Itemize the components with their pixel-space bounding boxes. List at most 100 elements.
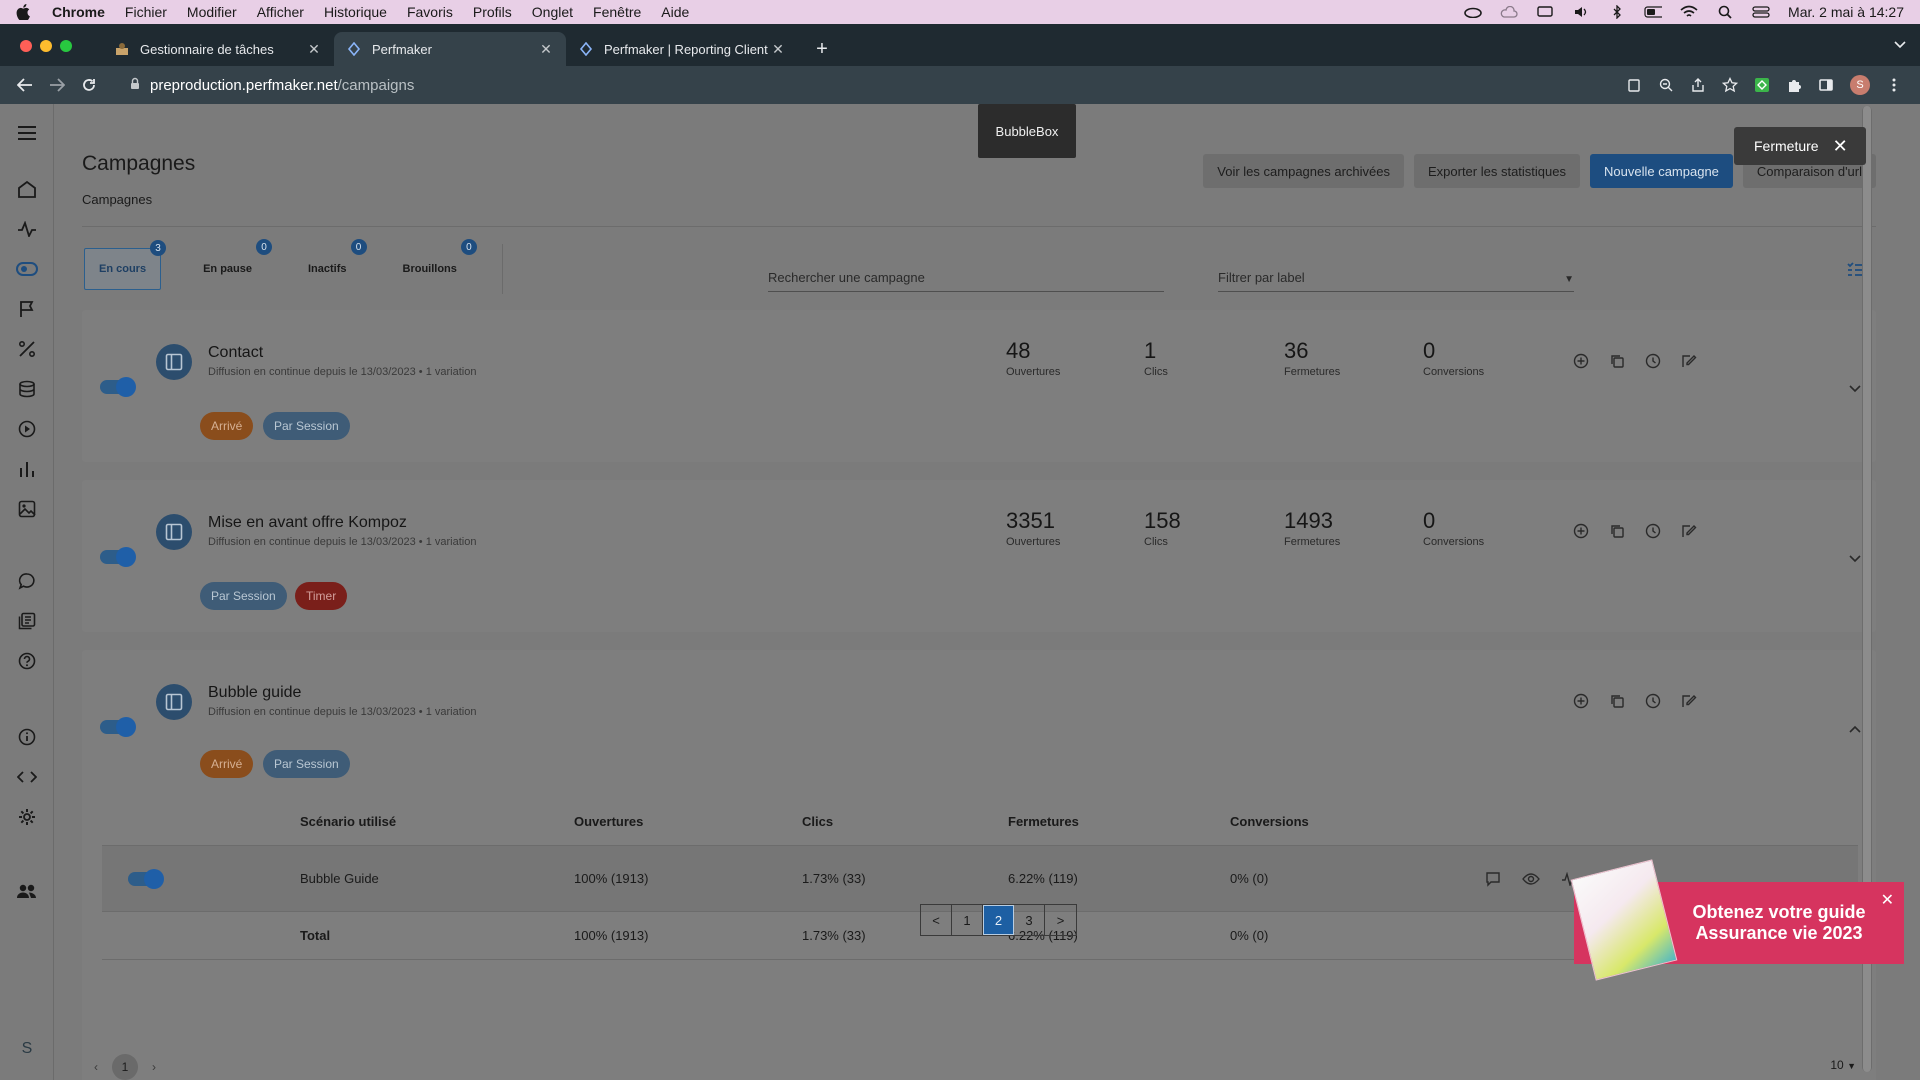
- chevron-right-icon[interactable]: ›: [152, 1060, 156, 1074]
- close-tab-icon[interactable]: ✕: [538, 41, 554, 58]
- chat-bubble-icon[interactable]: [16, 570, 38, 592]
- users-icon[interactable]: [16, 880, 38, 902]
- campaign-name[interactable]: Contact: [208, 344, 263, 362]
- history-clock-icon[interactable]: [1644, 692, 1662, 710]
- pagination-next[interactable]: >: [1045, 905, 1076, 935]
- extensions-puzzle-icon[interactable]: [1786, 77, 1802, 93]
- add-variation-icon[interactable]: [1572, 522, 1590, 540]
- menu-fichier[interactable]: Fichier: [125, 4, 167, 20]
- new-campaign-button[interactable]: Nouvelle campagne: [1590, 154, 1733, 188]
- pagination-page-current[interactable]: 2: [983, 905, 1014, 935]
- maximize-window-button[interactable]: [60, 40, 72, 52]
- campaign-active-toggle[interactable]: [100, 547, 136, 567]
- flag-icon[interactable]: [16, 298, 38, 320]
- chrome-menu-icon[interactable]: [1886, 77, 1902, 93]
- edit-icon[interactable]: [1680, 522, 1698, 540]
- new-tab-button[interactable]: +: [808, 35, 836, 63]
- menu-aide[interactable]: Aide: [661, 4, 689, 20]
- duplicate-icon[interactable]: [1608, 522, 1626, 540]
- chevron-left-icon[interactable]: ‹: [94, 1060, 98, 1074]
- activity-pulse-icon[interactable]: [16, 218, 38, 240]
- toggle-campaigns-icon[interactable]: [16, 258, 38, 280]
- pagination-prev[interactable]: <: [921, 905, 952, 935]
- minimize-window-button[interactable]: [40, 40, 52, 52]
- creative-cloud-icon[interactable]: [1464, 5, 1482, 19]
- info-icon[interactable]: [16, 726, 38, 748]
- comment-icon[interactable]: [1484, 870, 1502, 888]
- hamburger-menu-icon[interactable]: [16, 122, 38, 144]
- campaign-active-toggle[interactable]: [100, 377, 136, 397]
- bar-chart-icon[interactable]: [16, 458, 38, 480]
- campaign-name[interactable]: Mise en avant offre Kompoz: [208, 514, 407, 532]
- lock-icon[interactable]: [130, 77, 140, 94]
- battery-icon[interactable]: [1644, 5, 1663, 19]
- library-icon[interactable]: [16, 610, 38, 632]
- home-icon[interactable]: [16, 178, 38, 200]
- campaign-name[interactable]: Bubble guide: [208, 684, 301, 702]
- code-icon[interactable]: [16, 766, 38, 788]
- cloud-icon[interactable]: [1500, 5, 1518, 19]
- menu-profils[interactable]: Profils: [473, 4, 512, 20]
- search-campaign-input[interactable]: Rechercher une campagne: [768, 262, 1164, 292]
- read-later-icon[interactable]: [1626, 77, 1642, 93]
- edit-icon[interactable]: [1680, 692, 1698, 710]
- control-center-icon[interactable]: [1752, 5, 1770, 19]
- promo-text[interactable]: Obtenez votre guide Assurance vie 2023: [1674, 902, 1884, 944]
- bluetooth-icon[interactable]: [1608, 5, 1626, 19]
- close-window-button[interactable]: [20, 40, 32, 52]
- database-icon[interactable]: [16, 378, 38, 400]
- spotlight-search-icon[interactable]: [1716, 5, 1734, 19]
- extension-green-icon[interactable]: [1754, 77, 1770, 93]
- menu-fenetre[interactable]: Fenêtre: [593, 4, 641, 20]
- close-icon[interactable]: ✕: [1881, 890, 1894, 910]
- current-page[interactable]: 1: [112, 1054, 138, 1080]
- play-circle-icon[interactable]: [16, 418, 38, 440]
- duplicate-icon[interactable]: [1608, 352, 1626, 370]
- side-panel-icon[interactable]: [1818, 77, 1834, 93]
- address-bar[interactable]: preproduction.perfmaker.net/campaigns: [120, 70, 1626, 100]
- menu-clock[interactable]: Mar. 2 mai à 14:27: [1788, 4, 1904, 20]
- duplicate-icon[interactable]: [1608, 692, 1626, 710]
- menu-afficher[interactable]: Afficher: [257, 4, 304, 20]
- history-clock-icon[interactable]: [1644, 352, 1662, 370]
- bubblebox-promo-preview[interactable]: Obtenez votre guide Assurance vie 2023 ✕: [1570, 859, 1904, 981]
- tab-search-icon[interactable]: [1894, 36, 1906, 54]
- tab-en-cours[interactable]: En cours 3: [84, 240, 167, 290]
- close-tab-icon[interactable]: ✕: [306, 41, 322, 58]
- add-variation-icon[interactable]: [1572, 352, 1590, 370]
- browser-tab-reporting[interactable]: Perfmaker | Reporting Client | S ✕: [566, 32, 798, 66]
- browser-tab-perfmaker[interactable]: Perfmaker ✕: [334, 32, 566, 66]
- browser-tab-task-manager[interactable]: Gestionnaire de tâches ✕: [102, 32, 334, 66]
- tab-brouillons[interactable]: Brouillons 0: [389, 239, 477, 290]
- breadcrumb[interactable]: Campagnes: [82, 192, 152, 207]
- campaign-active-toggle[interactable]: [100, 717, 136, 737]
- menu-onglet[interactable]: Onglet: [532, 4, 573, 20]
- tab-inactifs[interactable]: Inactifs 0: [294, 239, 367, 290]
- view-archived-button[interactable]: Voir les campagnes archivées: [1203, 154, 1404, 188]
- history-clock-icon[interactable]: [1644, 522, 1662, 540]
- wifi-icon[interactable]: [1680, 5, 1698, 19]
- forward-icon[interactable]: [46, 78, 68, 92]
- export-stats-button[interactable]: Exporter les statistiques: [1413, 154, 1580, 188]
- screen-mirroring-icon[interactable]: [1536, 5, 1554, 19]
- sidebar-user-avatar[interactable]: S: [14, 1036, 40, 1062]
- pagination-page[interactable]: 1: [952, 905, 983, 935]
- menu-historique[interactable]: Historique: [324, 4, 387, 20]
- apple-icon[interactable]: [16, 4, 30, 20]
- close-tab-icon[interactable]: ✕: [770, 41, 786, 58]
- menu-app-name[interactable]: Chrome: [52, 4, 105, 20]
- percent-icon[interactable]: [16, 338, 38, 360]
- back-icon[interactable]: [14, 78, 36, 92]
- help-icon[interactable]: [16, 650, 38, 672]
- tab-en-pause[interactable]: En pause 0: [189, 239, 272, 290]
- image-icon[interactable]: [16, 498, 38, 520]
- edit-icon[interactable]: [1680, 352, 1698, 370]
- pagination-page[interactable]: 3: [1014, 905, 1045, 935]
- settings-gear-icon[interactable]: [16, 806, 38, 828]
- menu-modifier[interactable]: Modifier: [187, 4, 237, 20]
- volume-icon[interactable]: [1572, 5, 1590, 19]
- share-icon[interactable]: [1690, 77, 1706, 93]
- bookmark-star-icon[interactable]: [1722, 77, 1738, 93]
- filter-label-select[interactable]: Filtrer par label ▼: [1218, 262, 1574, 292]
- preview-eye-icon[interactable]: [1522, 870, 1540, 888]
